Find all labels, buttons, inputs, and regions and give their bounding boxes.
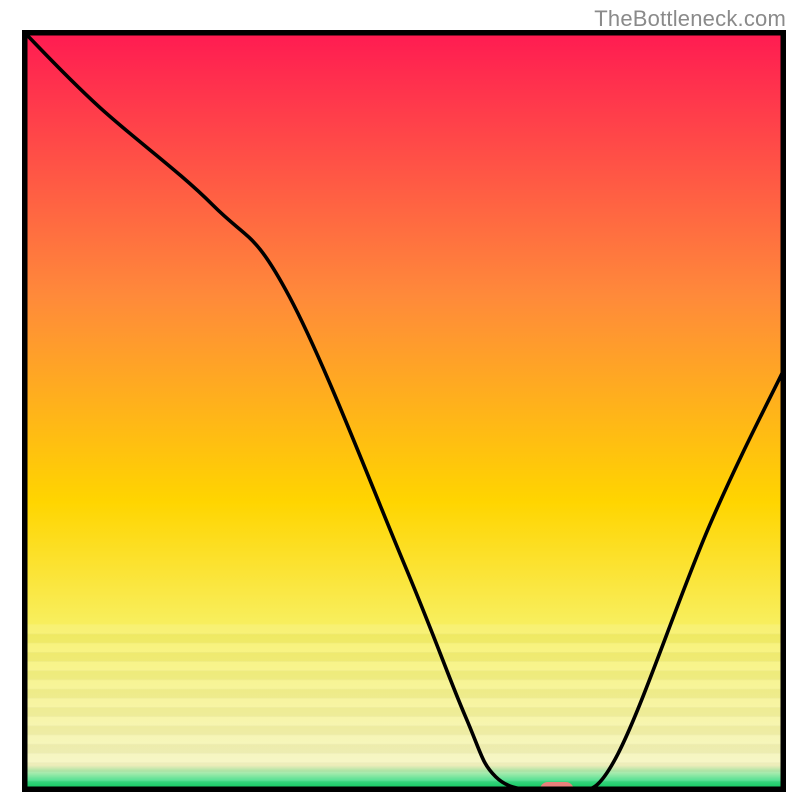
chart-container: TheBottleneck.com [0,0,800,800]
watermark-text: TheBottleneck.com [594,6,786,32]
plot-bands [22,624,786,790]
plot-svg [22,30,786,792]
plot-frame [22,30,786,792]
plot-inner [22,30,786,792]
